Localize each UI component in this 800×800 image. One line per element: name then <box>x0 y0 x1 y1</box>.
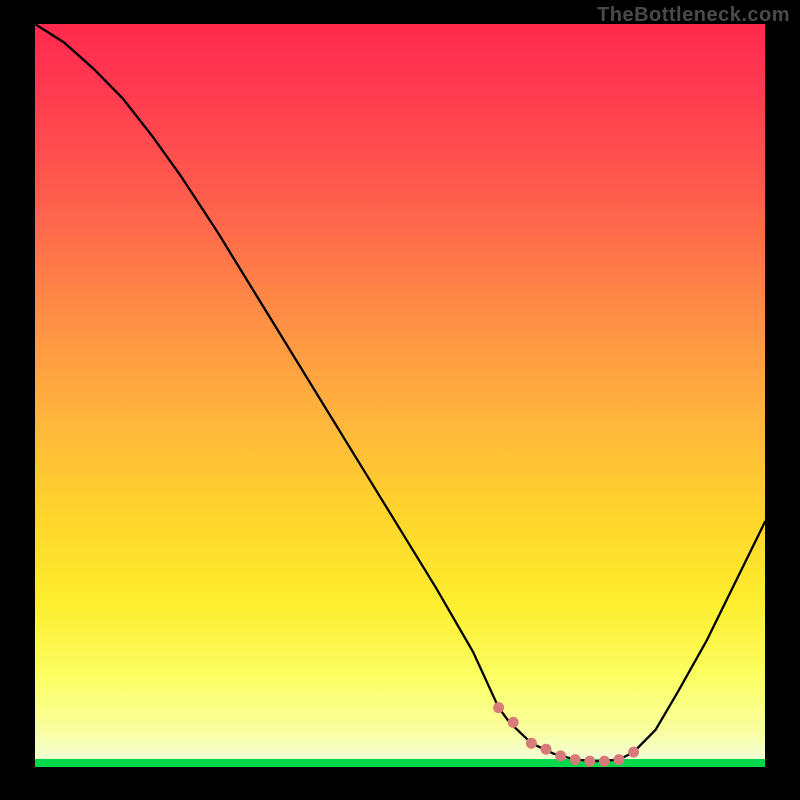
optimum-dot <box>570 755 580 765</box>
chart-frame: TheBottleneck.com <box>0 0 800 800</box>
bottleneck-curve <box>35 24 765 761</box>
optimum-dot <box>494 703 504 713</box>
plot-area <box>35 24 765 767</box>
optimum-dot <box>556 751 566 761</box>
optimum-dot <box>585 756 595 766</box>
optimum-dot <box>541 744 551 754</box>
optimum-dots-group <box>494 703 639 767</box>
curve-svg <box>35 24 765 767</box>
optimum-dot <box>508 717 518 727</box>
optimum-dot <box>629 747 639 757</box>
watermark-label: TheBottleneck.com <box>597 4 790 27</box>
optimum-dot <box>599 756 609 766</box>
optimum-dot <box>526 738 536 748</box>
optimum-dot <box>614 755 624 765</box>
